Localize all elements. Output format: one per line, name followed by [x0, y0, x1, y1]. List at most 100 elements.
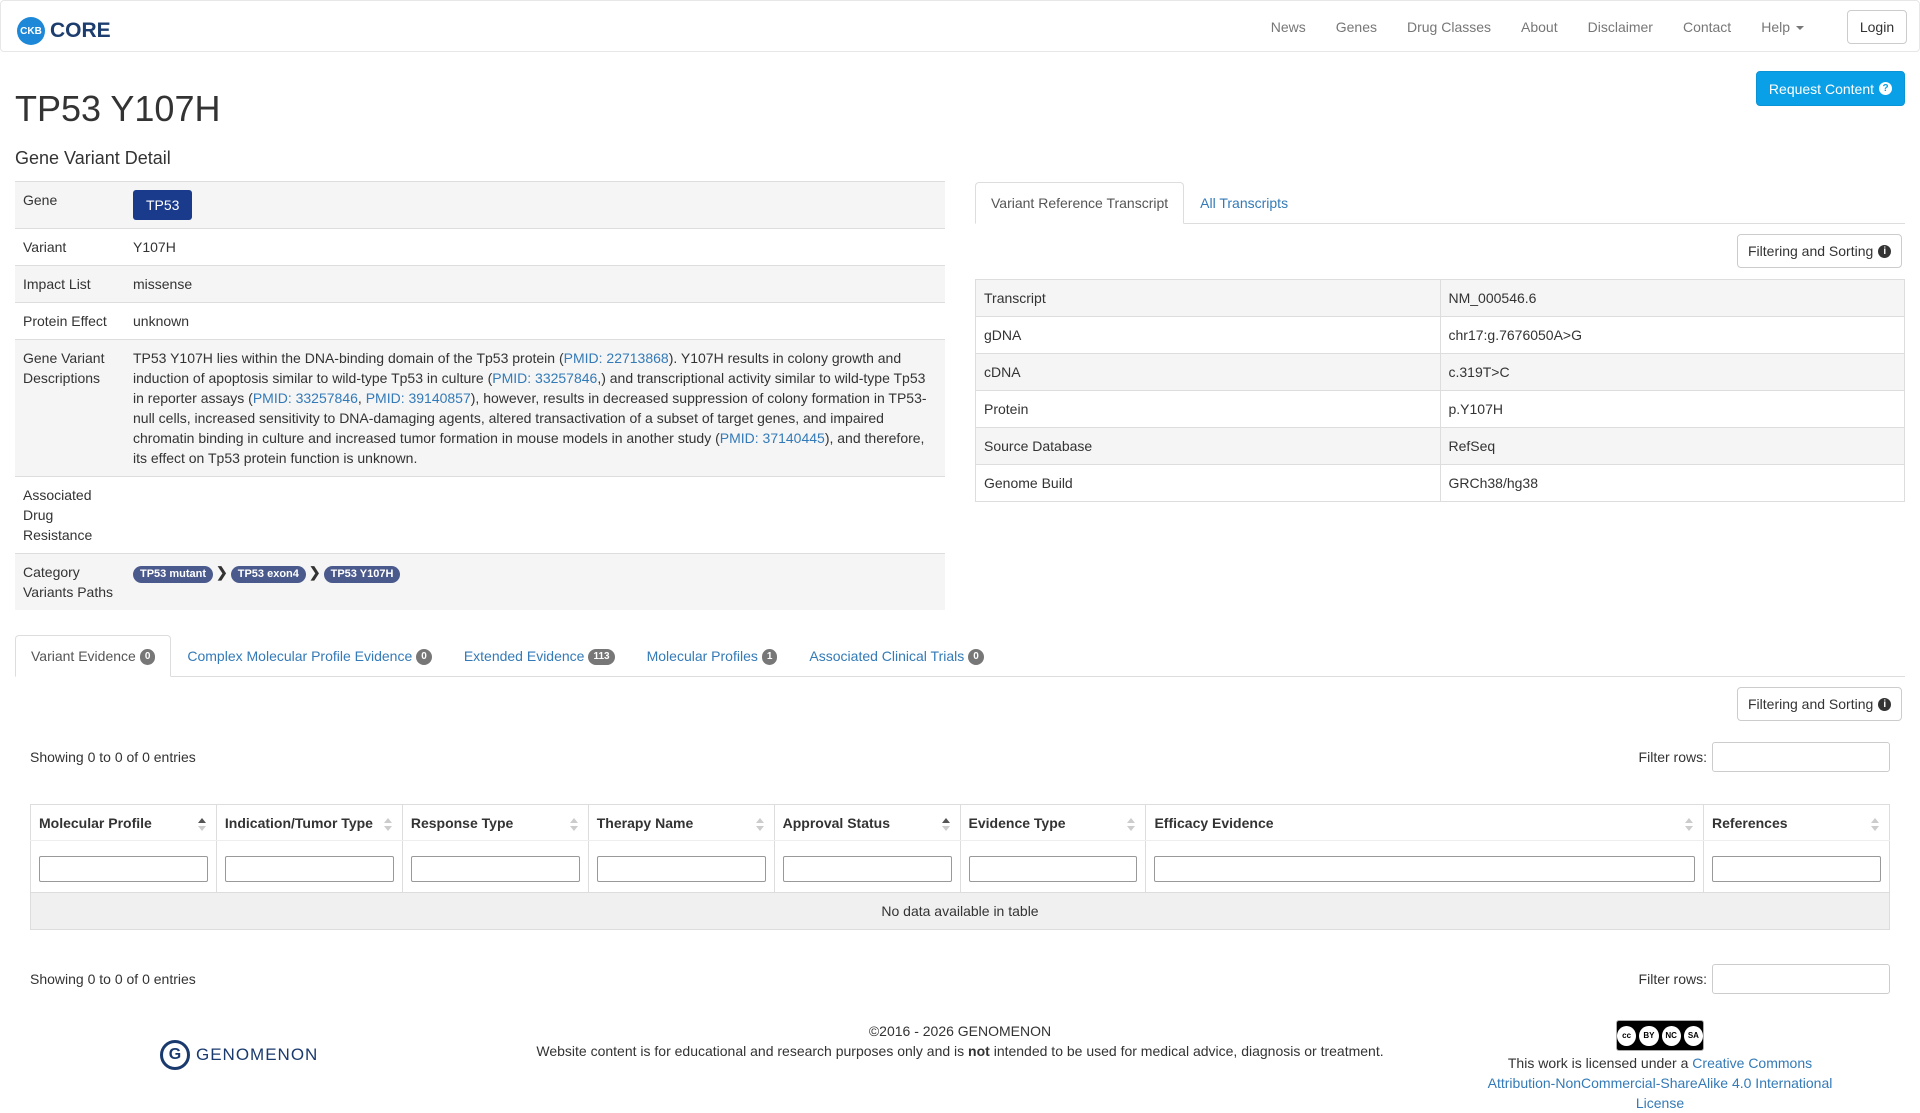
column-filter-cell [587, 840, 775, 893]
evidence-filtering-sorting-button[interactable]: Filtering and Sorting i [1737, 687, 1903, 721]
filtering-sorting-button[interactable]: Filtering and Sorting i [1737, 234, 1903, 268]
detail-label: Protein Effect [15, 302, 125, 340]
nav-help-dropdown[interactable]: Help [1746, 19, 1819, 35]
tab-complex-molecular-profile-evidence[interactable]: Complex Molecular Profile Evidence 0 [171, 635, 447, 677]
nav-disclaimer[interactable]: Disclaimer [1573, 19, 1668, 35]
variant-description: TP53 Y107H lies within the DNA-binding d… [125, 339, 945, 477]
detail-row-descriptions: Gene Variant Descriptions TP53 Y107H lie… [15, 339, 945, 477]
transcript-value: chr17:g.7676050A>G [1439, 316, 1905, 354]
detail-label: Gene [15, 181, 125, 229]
column-header-approval-status[interactable]: Approval Status [773, 804, 961, 841]
pmid-link[interactable]: PMID: 22713868 [564, 350, 669, 366]
column-filter-input[interactable] [1154, 855, 1696, 882]
column-header-evidence-type[interactable]: Evidence Type [959, 804, 1147, 841]
filter-rows-bottom: Filter rows: [1639, 964, 1890, 994]
pmid-link[interactable]: PMID: 39140857 [366, 390, 471, 406]
column-header-efficacy-evidence[interactable]: Efficacy Evidence [1145, 804, 1705, 841]
sort-icon [383, 817, 392, 833]
column-label: Approval Status [782, 814, 890, 831]
filter-rows-input[interactable] [1712, 742, 1890, 772]
filter-rows-top: Filter rows: [1639, 742, 1890, 772]
disclaimer-bold: not [968, 1043, 990, 1059]
footer-copyright: ©2016 - 2026 GENOMENON [868, 1023, 1052, 1039]
transcript-table: Transcript NM_000546.6 gDNA chr17:g.767605… [975, 279, 1905, 502]
nav-drug-classes[interactable]: Drug Classes [1392, 19, 1506, 35]
login-button[interactable]: Login [1847, 10, 1907, 44]
request-content-button[interactable]: Request Content ? [1755, 71, 1905, 106]
tab-associated-clinical-trials[interactable]: Associated Clinical Trials 0 [793, 635, 999, 677]
column-filter-cell [1145, 840, 1705, 893]
sa-icon: SA [1683, 1025, 1703, 1046]
tab-extended-evidence[interactable]: Extended Evidence 113 [448, 635, 631, 677]
column-filter-input[interactable] [596, 855, 766, 882]
disclaimer-text: intended to be used for medical advice, … [989, 1043, 1384, 1059]
gene-tp53-button[interactable]: TP53 [133, 190, 193, 220]
column-filter-input[interactable] [39, 855, 208, 882]
path-badge[interactable]: TP53 Y107H [323, 566, 401, 583]
detail-value: unknown [125, 302, 945, 340]
detail-row-protein-effect: Protein Effect unknown [15, 302, 945, 340]
footer-license: cc BY NC SA This work is licensed under a C… [1480, 1020, 1840, 1113]
disclaimer-text: Website content is for educational and r… [536, 1043, 969, 1059]
column-filter-cell [401, 840, 589, 893]
column-label: Efficacy Evidence [1154, 814, 1274, 831]
path-badge[interactable]: TP53 mutant [133, 566, 214, 583]
column-filter-input[interactable] [782, 855, 952, 882]
chevron-right-icon: ❯ [308, 564, 321, 580]
sort-icon [197, 817, 206, 833]
brand[interactable]: CKB CORE [17, 17, 111, 45]
nav-about[interactable]: About [1506, 19, 1573, 35]
transcript-label: Transcript [975, 279, 1441, 317]
transcript-value: c.319T>C [1439, 353, 1905, 391]
count-badge: 0 [139, 649, 156, 666]
column-filter-row [30, 840, 1890, 893]
column-filter-input[interactable] [410, 855, 580, 882]
column-header-indication[interactable]: Indication/Tumor Type [215, 804, 403, 841]
cc-license-badge-icon[interactable]: cc BY NC SA [1616, 1020, 1704, 1051]
filter-rows-input[interactable] [1712, 964, 1890, 994]
tab-variant-reference-transcript[interactable]: Variant Reference Transcript [975, 182, 1185, 224]
tab-variant-evidence[interactable]: Variant Evidence 0 [15, 635, 172, 677]
tab-label: Molecular Profiles [646, 648, 758, 664]
nav-links: News Genes Drug Classes About Disclaimer… [1256, 1, 1819, 53]
caret-down-icon [1796, 26, 1804, 31]
sort-icon [569, 817, 578, 833]
category-paths: TP53 mutant ❯ TP53 exon4 ❯ TP53 Y107H [125, 553, 945, 610]
transcript-value: NM_000546.6 [1439, 279, 1905, 317]
sort-icon [755, 817, 764, 833]
pmid-link[interactable]: PMID: 37140445 [720, 430, 825, 446]
tab-molecular-profiles[interactable]: Molecular Profiles 1 [631, 635, 794, 677]
nav-help-label: Help [1761, 19, 1790, 35]
detail-row-gene: Gene TP53 [15, 181, 945, 229]
transcript-value: RefSeq [1439, 427, 1905, 465]
transcript-row: Genome Build GRCh38/hg38 [975, 464, 1905, 502]
column-label: Evidence Type [968, 814, 1066, 831]
column-filter-cell [215, 840, 403, 893]
pmid-link[interactable]: PMID: 33257846 [253, 390, 358, 406]
column-label: References [1712, 814, 1788, 831]
genomenon-logo[interactable]: G GENOMENON [160, 1040, 318, 1070]
page-title: TP53 Y107H [15, 88, 221, 129]
showing-entries-top: Showing 0 to 0 of 0 entries [30, 749, 196, 765]
detail-value: missense [125, 265, 945, 303]
column-header-references[interactable]: References [1703, 804, 1890, 841]
nav-genes[interactable]: Genes [1321, 19, 1392, 35]
nav-news[interactable]: News [1256, 19, 1321, 35]
path-badge[interactable]: TP53 exon4 [230, 566, 306, 583]
tab-all-transcripts[interactable]: All Transcripts [1184, 182, 1304, 224]
filtering-sorting-label: Filtering and Sorting [1748, 243, 1874, 259]
transcript-label: Genome Build [975, 464, 1441, 502]
tab-label: Complex Molecular Profile Evidence [187, 648, 413, 664]
pmid-link[interactable]: PMID: 33257846 [492, 370, 597, 386]
filter-rows-label: Filter rows: [1638, 971, 1707, 987]
count-badge: 113 [588, 649, 615, 666]
column-filter-input[interactable] [968, 855, 1138, 882]
count-badge: 1 [761, 649, 778, 666]
column-header-therapy-name[interactable]: Therapy Name [587, 804, 775, 841]
showing-entries-bottom: Showing 0 to 0 of 0 entries [30, 971, 196, 987]
column-filter-input[interactable] [224, 855, 394, 882]
nav-contact[interactable]: Contact [1668, 19, 1746, 35]
column-header-molecular-profile[interactable]: Molecular Profile [30, 804, 217, 841]
column-filter-input[interactable] [1712, 855, 1881, 882]
column-header-response-type[interactable]: Response Type [401, 804, 589, 841]
